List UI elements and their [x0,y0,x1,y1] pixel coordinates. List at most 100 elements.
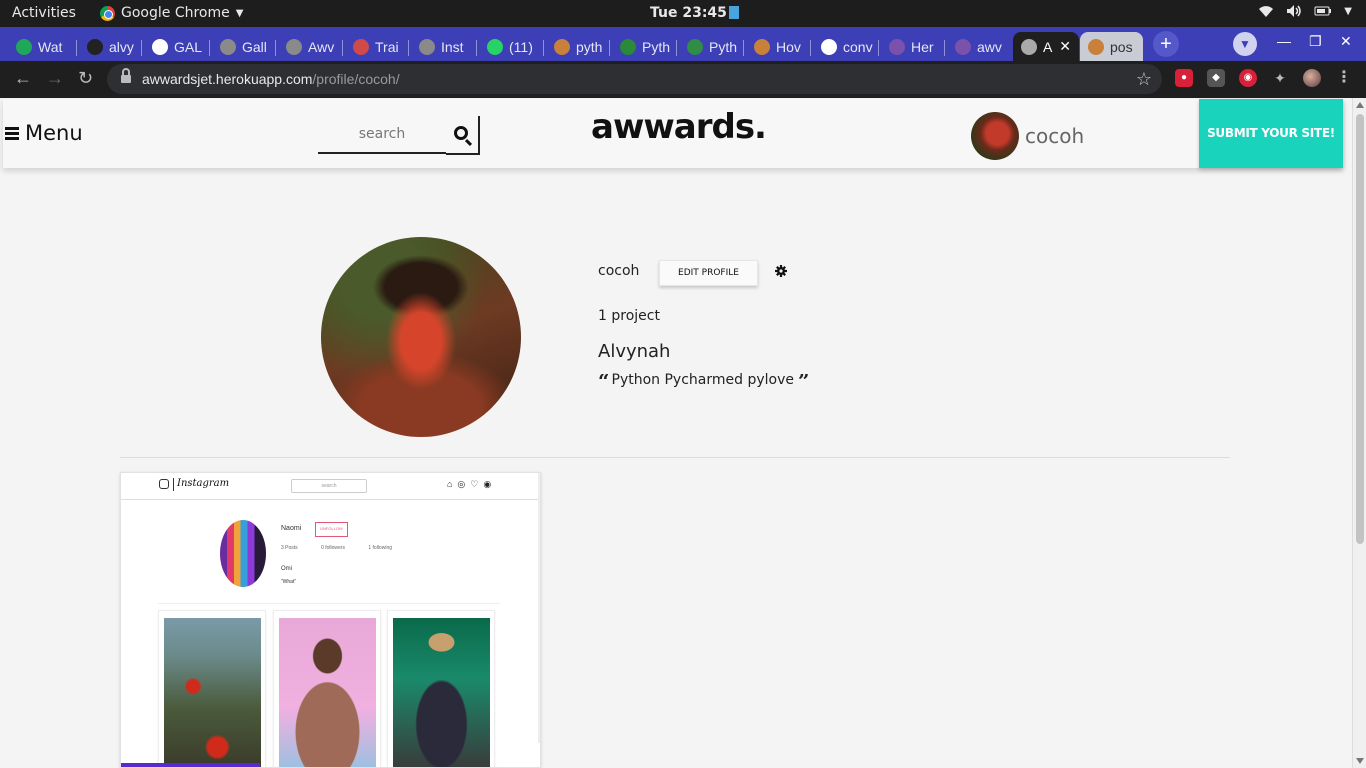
volume-icon [1287,5,1302,17]
preview-stats: 3 Posts 0 followers 1 following [281,545,414,551]
page-viewport: Menu awwards. cocoh SUBMIT YOUR SITE! co… [0,98,1352,768]
tab-title: Pyth [642,38,671,55]
clock[interactable]: Tue 23:45 [650,5,739,21]
tab-title: Her [911,38,934,55]
profile-avatar [321,237,521,437]
page-scrollbar[interactable] [1352,98,1366,768]
browser-toolbar: ← → ↻ awwardsjet.herokuapp.com/profile/c… [0,61,1366,98]
extension-shield-icon[interactable]: ◆ [1207,69,1225,87]
extensions-puzzle-icon[interactable]: ✦ [1271,69,1289,87]
preview-bio-text: What [282,579,295,585]
scrollbar-thumb[interactable] [1356,114,1364,544]
profile-avatar-icon[interactable] [1303,69,1321,87]
caret-down-icon: ▼ [235,7,244,19]
quote-right-icon: ” [798,374,808,386]
wifi-icon [1259,6,1274,17]
preview-stat: 0 followers [321,545,345,551]
w-icon [620,38,636,55]
close-tab-icon[interactable]: ✕ [1059,38,1071,55]
tab-title: Hov [776,38,801,55]
forward-arrow-icon[interactable]: → [46,68,64,89]
menu-label: Menu [25,121,83,145]
minimize-icon[interactable]: — [1277,33,1291,49]
stackoverflow-icon [1088,38,1104,55]
search-input[interactable] [318,116,446,154]
tab-title: Wat [38,38,63,55]
browser-tab[interactable]: Pyth [612,32,677,61]
reload-icon[interactable]: ↻ [78,68,93,89]
browser-tab[interactable]: Her [881,32,945,61]
tab-title: conv [843,38,873,55]
browser-tab[interactable]: Awv [278,32,343,61]
lock-icon [121,68,131,84]
project-card[interactable]: Instagram search ⌂◎♡◉ Naomi UNFOLLOW 3 P… [120,472,541,768]
preview-post-image [164,618,261,767]
browser-tab[interactable]: Hov [746,32,811,61]
tab-title: Trai [375,38,399,55]
tab-title: (11) [509,38,533,55]
tab-separator [342,40,343,56]
edit-profile-button[interactable]: EDIT PROFILE [659,260,758,286]
browser-tab[interactable]: alvy [79,32,142,61]
browser-tab[interactable]: pyth [546,32,610,61]
profile-name: Alvynah [598,341,671,362]
browser-tab[interactable]: GAL [144,32,210,61]
search-button[interactable] [446,116,480,155]
preview-bio: “What” [281,579,297,585]
kebab-menu-icon[interactable]: ⋮ [1335,69,1353,87]
new-tab-button[interactable]: + [1153,31,1179,57]
browser-tab[interactable]: A ✕ [1013,32,1079,61]
caret-down-icon: ▼ [1344,5,1352,17]
address-bar[interactable]: awwardsjet.herokuapp.com/profile/cocoh/ … [107,64,1162,94]
activities-button[interactable]: Activities [12,5,76,21]
github-icon [87,38,103,55]
submit-site-button[interactable]: SUBMIT YOUR SITE! [1199,99,1343,168]
browser-tab[interactable]: Inst [411,32,477,61]
preview-scrollbar [538,473,540,743]
google-icon [821,38,837,55]
browser-tab[interactable]: Pyth [679,32,744,61]
whatsapp-icon [487,38,503,55]
browser-tab[interactable]: Gall [212,32,276,61]
back-arrow-icon[interactable]: ← [14,68,32,89]
site-logo[interactable]: awwards. [591,107,767,147]
search-icon [453,126,468,140]
preview-avatar [220,520,266,587]
tab-title: pos [1110,38,1133,55]
close-window-icon[interactable]: ✕ [1340,33,1352,50]
preview-badge [121,763,260,767]
tab-search-icon[interactable]: ▼ [1233,32,1257,56]
avatar [971,112,1019,160]
browser-tab[interactable]: pos [1080,32,1143,61]
browser-tab[interactable]: awv [947,32,1011,61]
preview-post [273,610,381,767]
extension-lock-icon[interactable]: ● [1175,69,1193,87]
project-count: 1 project [598,308,660,324]
tab-title: pyth [576,38,603,55]
extension-red-icon[interactable]: ◉ [1239,69,1257,87]
nav-username: cocoh [1025,124,1085,148]
preview-post-image [279,618,376,767]
maximize-icon[interactable]: ❐ [1309,33,1322,50]
system-tray[interactable]: ▼ [1258,4,1352,18]
user-profile-link[interactable]: cocoh [971,112,1084,160]
browser-tab[interactable]: (11) [479,32,544,61]
scroll-up-icon[interactable] [1356,102,1364,108]
tab-separator [76,40,77,56]
app-menu[interactable]: Google Chrome ▼ [100,5,243,21]
bookmark-star-icon[interactable]: ☆ [1136,64,1152,94]
browser-tab[interactable]: Wat [8,32,77,61]
tab-separator [743,40,744,56]
menu-button[interactable]: Menu [5,121,83,145]
preview-bio-name: Omi [281,566,292,572]
gear-icon[interactable] [775,265,787,277]
scroll-down-icon[interactable] [1356,758,1364,764]
preview-follow-button: UNFOLLOW [315,522,348,537]
stackoverflow-icon [554,38,570,55]
tab-separator [543,40,544,56]
browser-tab[interactable]: conv [813,32,879,61]
url-host: awwardsjet.herokuapp.com [142,71,313,87]
section-divider [120,457,1230,458]
browser-tab[interactable]: Trai [345,32,409,61]
tab-title: awv [977,38,1002,55]
